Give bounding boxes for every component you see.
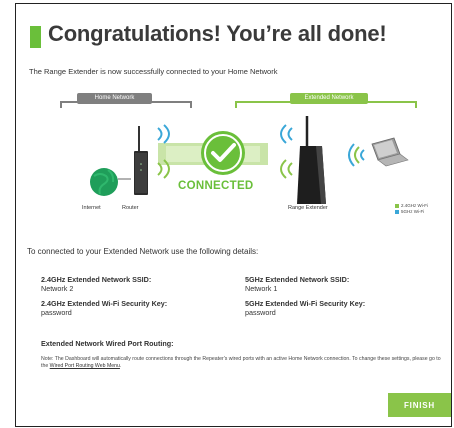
ssid-24ghz-label: 2.4GHz Extended Network SSID: (41, 275, 152, 284)
range-extender-icon (297, 116, 326, 204)
details-heading: To connected to your Extended Network us… (27, 247, 259, 256)
key-5ghz-label: 5GHz Extended Wi-Fi Security Key: (245, 299, 366, 308)
key-5ghz: 5GHz Extended Wi-Fi Security Key: passwo… (245, 299, 365, 317)
ssid-5ghz-label: 5GHz Extended Network SSID: (245, 275, 350, 284)
extended-network-label: Extended Network (290, 93, 368, 104)
laptop-wifi-waves-icon (348, 143, 365, 167)
ssid-24ghz-value: Network 2 (41, 284, 74, 293)
connected-label: CONNECTED (178, 180, 254, 192)
ssid-5ghz-value: Network 1 (245, 284, 278, 293)
connected-check-icon (201, 131, 245, 175)
wizard-panel: Congratulations! You’re all done! The Ra… (15, 3, 452, 427)
routing-note: Note: The Dashboard will automatically r… (41, 356, 441, 369)
internet-label: Internet (82, 205, 101, 211)
legend-item: 5GHz Wi-Fi (395, 209, 428, 215)
router-label: Router (122, 205, 139, 211)
ssid-5ghz: 5GHz Extended Network SSID: Network 1 (245, 275, 349, 293)
laptop-icon (371, 137, 409, 167)
key-24ghz: 2.4GHz Extended Wi-Fi Security Key: pass… (41, 299, 167, 317)
home-network-label: Home Network (77, 93, 152, 104)
wired-port-routing-link[interactable]: Wired Port Routing Web Menu (50, 363, 120, 369)
router-icon (134, 126, 148, 195)
key-24ghz-label: 2.4GHz Extended Wi-Fi Security Key: (41, 299, 168, 308)
range-extender-label: Range Extender (288, 205, 328, 211)
extender-wifi-waves-icon (280, 124, 293, 179)
routing-heading: Extended Network Wired Port Routing: (41, 339, 174, 348)
finish-button[interactable]: FINISH (388, 393, 451, 417)
key-24ghz-value: password (41, 308, 72, 317)
globe-icon (90, 168, 131, 196)
wifi-legend: 2.4GHz Wi-Fi 5GHz Wi-Fi (395, 203, 428, 215)
network-diagram (60, 101, 417, 204)
ssid-24ghz: 2.4GHz Extended Network SSID: Network 2 (41, 275, 151, 293)
key-5ghz-value: password (245, 308, 276, 317)
